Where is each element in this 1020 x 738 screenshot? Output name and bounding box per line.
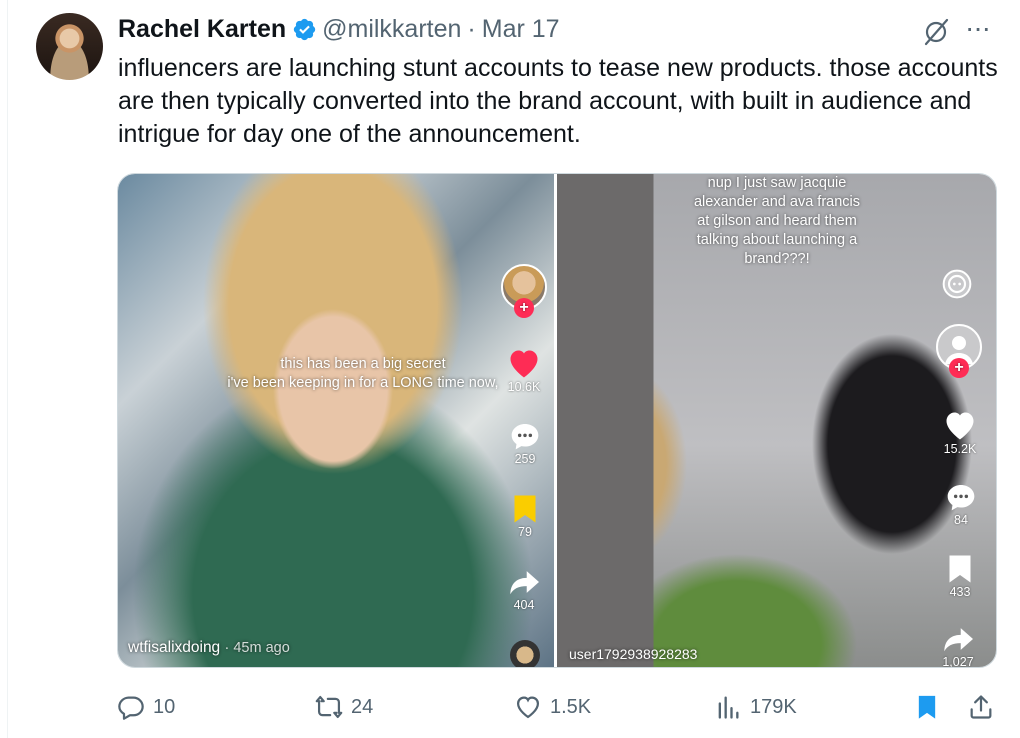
smiley-icon: [942, 269, 972, 299]
caption-left-line2: i've been keeping in for a LONG time now…: [227, 375, 499, 391]
comment-icon: [511, 424, 539, 450]
repost-count: 24: [351, 695, 374, 718]
view-count: 179K: [750, 695, 797, 718]
emoji-button-right[interactable]: [941, 268, 973, 300]
share-button-left[interactable]: 404: [507, 567, 541, 612]
tweet-text: influencers are launching stunt accounts…: [118, 54, 998, 148]
caption-right-line: brand???!: [744, 251, 810, 267]
video-username-right[interactable]: user1792938928283: [569, 646, 697, 662]
reply-count: 10: [153, 695, 176, 718]
save-count-right: 433: [949, 585, 971, 599]
share-count-right: 1,027: [942, 655, 974, 667]
music-disc-left[interactable]: [510, 640, 540, 667]
creator-avatar-image: +: [936, 324, 982, 378]
share-button-right[interactable]: 1,027: [941, 624, 975, 667]
share-button[interactable]: [967, 690, 995, 724]
comment-icon: [947, 485, 975, 511]
comment-count-right: 84: [954, 513, 968, 527]
reply-button[interactable]: 10: [117, 690, 175, 724]
video-left[interactable]: this has been a big secret i've been kee…: [118, 174, 554, 667]
like-icon: [516, 696, 540, 719]
views-button[interactable]: 179K: [714, 690, 797, 724]
views-icon: [718, 696, 739, 719]
username-left[interactable]: wtfisalixdoing: [128, 639, 220, 656]
caption-left: this has been a big secret i've been kee…: [218, 355, 508, 393]
like-count: 1.5K: [550, 695, 592, 718]
caption-right-line: nup I just saw jacquie: [707, 175, 847, 191]
video-right[interactable]: nup I just saw jacquie alexander and ava…: [557, 174, 996, 667]
like-button-right[interactable]: 15.2K: [942, 408, 978, 456]
follow-plus-icon[interactable]: +: [514, 298, 534, 318]
tweet-header: Rachel Karten @milkkarten · Mar 17: [118, 14, 560, 44]
like-button[interactable]: 1.5K: [514, 690, 591, 724]
bookmark-icon: [949, 555, 971, 583]
caption-right-line: alexander and ava francis: [693, 194, 861, 210]
like-count-right: 15.2K: [943, 442, 977, 456]
author-name[interactable]: Rachel Karten: [118, 15, 286, 44]
more-icon[interactable]: ···: [965, 14, 997, 46]
share-arrow-icon: [510, 571, 539, 595]
grok-icon[interactable]: [921, 17, 951, 47]
comment-button-right[interactable]: 84: [945, 482, 977, 527]
share-icon: [970, 695, 992, 719]
caption-left-line1: this has been a big secret: [280, 356, 446, 372]
creator-avatar-left[interactable]: +: [501, 264, 547, 318]
heart-icon: [946, 412, 974, 440]
like-button-left[interactable]: 10.6K: [506, 346, 542, 394]
tweet-date[interactable]: Mar 17: [482, 15, 560, 44]
creator-avatar-image: +: [501, 264, 547, 318]
save-button-left[interactable]: 79: [513, 494, 537, 539]
comment-button-left[interactable]: 259: [509, 421, 541, 466]
avatar[interactable]: [36, 13, 103, 80]
music-disc-icon: [510, 640, 540, 667]
video-username-left[interactable]: wtfisalixdoing · 45m ago: [128, 639, 290, 657]
verified-icon: [293, 18, 316, 40]
caption-right: nup I just saw jacquie alexander and ava…: [657, 174, 897, 269]
share-count-left: 404: [513, 598, 535, 612]
bookmark-button[interactable]: [913, 690, 941, 724]
author-handle[interactable]: @milkkarten: [322, 15, 461, 44]
comment-count-left: 259: [514, 452, 536, 466]
follow-plus-icon[interactable]: +: [949, 358, 969, 378]
repost-icon: [315, 695, 343, 719]
creator-avatar-right[interactable]: +: [936, 324, 982, 378]
posted-time-left: · 45m ago: [224, 640, 290, 656]
action-bar: 10 24 1.5K 179K: [117, 690, 997, 724]
heart-icon: [510, 350, 538, 378]
share-arrow-icon: [944, 628, 973, 652]
reply-icon: [118, 696, 144, 720]
bookmark-icon: [918, 695, 936, 719]
caption-right-line: talking about launching a: [696, 232, 858, 248]
caption-right-line: at gilson and heard them: [697, 213, 857, 229]
separator: ·: [467, 14, 476, 43]
media-grid[interactable]: this has been a big secret i've been kee…: [117, 173, 997, 668]
save-count-left: 79: [518, 525, 532, 539]
like-count-left: 10.6K: [507, 380, 541, 394]
save-button-right[interactable]: 433: [948, 554, 972, 599]
repost-button[interactable]: 24: [315, 690, 373, 724]
timeline-border: [7, 0, 8, 738]
bookmark-icon: [514, 495, 536, 523]
